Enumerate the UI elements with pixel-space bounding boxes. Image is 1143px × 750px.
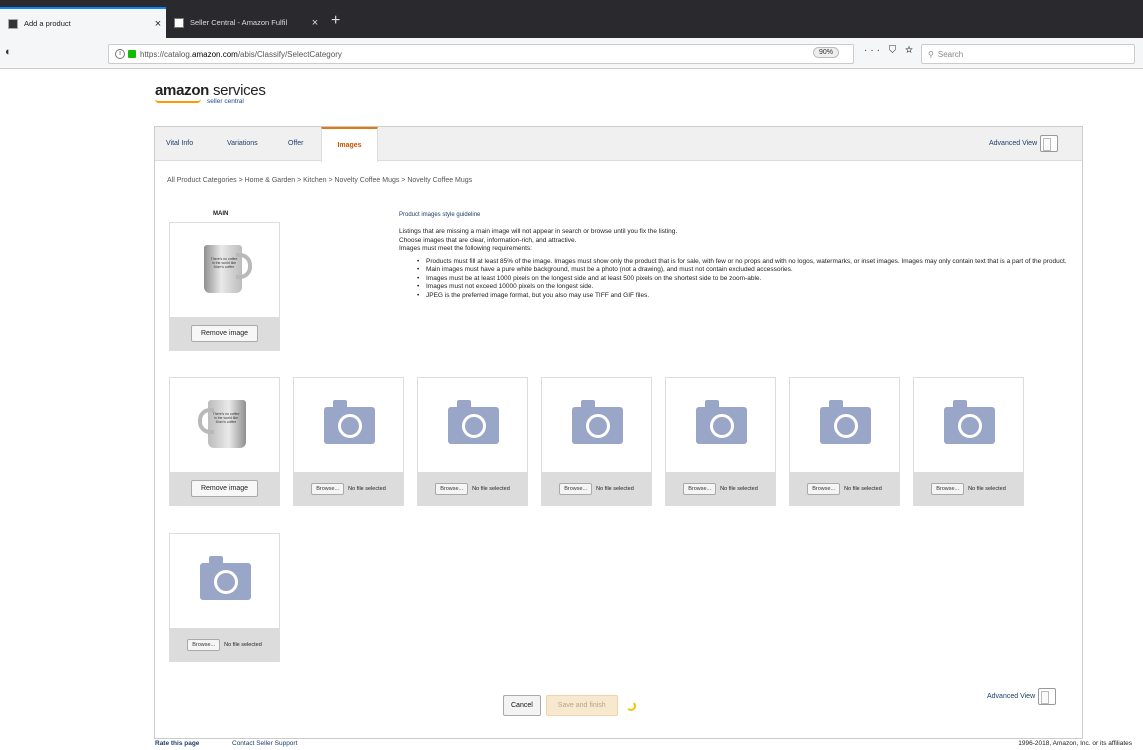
- camera-icon: [696, 400, 747, 444]
- save-and-finish-button[interactable]: Save and finish: [545, 695, 618, 716]
- browse-button[interactable]: Browse...: [435, 482, 469, 495]
- no-file-label: No file selected: [596, 485, 634, 492]
- page-actions-icons[interactable]: ··· ⛉ ☆: [864, 45, 916, 56]
- no-file-label: No file selected: [968, 485, 1006, 492]
- contact-seller-support-link[interactable]: Contact Seller Support: [232, 740, 297, 747]
- image-slot-5: Browse... No file selected: [665, 377, 776, 506]
- advanced-view-label: Advanced View: [987, 693, 1036, 700]
- close-icon[interactable]: ×: [150, 18, 166, 30]
- image-slot-main: There's no coffee in the world like Mom'…: [169, 222, 280, 351]
- back-arrow-icon[interactable]: ◐: [5, 46, 12, 58]
- browse-button[interactable]: Browse...: [187, 638, 221, 651]
- lock-icon: [128, 50, 136, 58]
- camera-icon: [572, 400, 623, 444]
- image-slot-2: Browse... No file selected: [293, 377, 404, 506]
- browse-button[interactable]: Browse...: [683, 482, 717, 495]
- requirement-item: Main images must have a pure white backg…: [417, 266, 1079, 275]
- tab-title: Seller Central - Amazon Fulfil: [190, 18, 288, 27]
- camera-icon: [448, 400, 499, 444]
- requirement-item: Images must be at least 1000 pixels on t…: [417, 275, 1079, 284]
- camera-icon: [820, 400, 871, 444]
- url-prefix: https://catalog.: [140, 49, 193, 59]
- logo-subtitle: seller central: [207, 98, 244, 105]
- no-file-label: No file selected: [348, 485, 386, 492]
- advanced-view-toggle-bottom[interactable]: Advanced View: [987, 688, 1057, 705]
- tab-variations[interactable]: Variations: [227, 127, 258, 161]
- breadcrumb: All Product Categories > Home & Garden >…: [167, 177, 473, 184]
- no-file-label: No file selected: [472, 485, 510, 492]
- mug-print-text: There's no coffee in the world like Mom'…: [212, 412, 240, 424]
- image-slot-4: Browse... No file selected: [541, 377, 652, 506]
- image-slot-1: There's no coffee in the world like Mom'…: [169, 377, 280, 506]
- mug-print-text: There's no coffee in the world like Mom'…: [210, 257, 238, 269]
- page-footer: Rate this page Contact Seller Support 19…: [0, 735, 1143, 750]
- logo-main: amazon: [155, 82, 210, 99]
- page-content: amazon services seller central Vital Inf…: [0, 70, 1143, 750]
- amazon-favicon-icon: [174, 17, 184, 28]
- browser-nav-bar: ◐ i https://catalog. amazon.com/abis/Clas…: [0, 38, 1143, 69]
- browser-tab-add-product[interactable]: Add a product ×: [0, 7, 166, 38]
- zoom-level-badge[interactable]: 90%: [813, 47, 840, 58]
- url-bar[interactable]: i https://catalog. amazon.com/abis/Classi…: [108, 44, 854, 64]
- image-slot-3: Browse... No file selected: [417, 377, 528, 506]
- toggle-switch-icon[interactable]: [1038, 688, 1057, 705]
- loading-spinner-icon: [625, 700, 636, 711]
- url-host: amazon.com: [192, 49, 238, 59]
- mug-product-image: There's no coffee in the world like Mom'…: [196, 396, 254, 452]
- copyright-text: 1996-2018, Amazon, Inc. or its affiliate…: [1018, 740, 1132, 747]
- no-file-label: No file selected: [720, 485, 758, 492]
- requirement-item: JPEG is the preferred image format, but …: [417, 292, 1079, 301]
- image-slot-8: Browse... No file selected: [169, 533, 280, 662]
- search-icon: ⚲: [928, 49, 934, 59]
- tab-vital-info[interactable]: Vital Info: [166, 127, 193, 161]
- new-tab-button[interactable]: +: [331, 12, 340, 30]
- camera-icon: [944, 400, 995, 444]
- guideline-intro-text: Images must meet the following requireme…: [399, 245, 532, 252]
- search-placeholder: Search: [937, 49, 964, 59]
- guideline-intro-text: Choose images that are clear, informatio…: [399, 236, 577, 244]
- tab-title: Add a product: [24, 19, 71, 28]
- remove-image-button[interactable]: Remove image: [190, 480, 259, 497]
- amazon-smile-icon: [155, 99, 201, 103]
- advanced-view-toggle[interactable]: Advanced View: [989, 135, 1059, 152]
- image-slot-7: Browse... No file selected: [913, 377, 1024, 506]
- browse-button[interactable]: Browse...: [311, 482, 345, 495]
- tab-images[interactable]: Images: [321, 127, 378, 162]
- camera-icon: [324, 400, 375, 444]
- info-icon[interactable]: i: [115, 49, 125, 59]
- add-product-panel: Vital Info Variations Offer Images Advan…: [154, 126, 1083, 739]
- browser-tab-seller-central[interactable]: Seller Central - Amazon Fulfil ×: [166, 7, 323, 38]
- image-slot-6: Browse... No file selected: [789, 377, 900, 506]
- url-path: /abis/Classify/SelectCategory: [237, 49, 342, 59]
- no-file-label: No file selected: [844, 485, 882, 492]
- requirement-item: Products must fill at least 85% of the i…: [417, 258, 1079, 267]
- close-icon[interactable]: ×: [307, 17, 323, 29]
- image-guidelines: Product images style guideline Listings …: [399, 212, 1079, 300]
- form-actions: Cancel Save and finish: [503, 695, 636, 716]
- main-image-label: MAIN: [213, 211, 229, 217]
- no-file-label: No file selected: [224, 641, 262, 648]
- rate-this-page-link[interactable]: Rate this page: [155, 740, 199, 747]
- browser-tab-bar: Add a product × Seller Central - Amazon …: [0, 0, 1143, 38]
- amazon-services-logo[interactable]: amazon services seller central: [155, 82, 266, 105]
- cancel-button[interactable]: Cancel: [503, 695, 541, 716]
- requirements-list: Products must fill at least 85% of the i…: [399, 258, 1079, 301]
- tab-offer[interactable]: Offer: [288, 127, 303, 161]
- toggle-switch-icon[interactable]: [1040, 135, 1059, 152]
- requirement-item: Images must not exceed 10000 pixels on t…: [417, 283, 1079, 292]
- camera-icon: [200, 556, 251, 600]
- product-tabs: Vital Info Variations Offer Images Advan…: [155, 127, 1082, 162]
- amazon-favicon-icon: [8, 18, 18, 29]
- guidelines-link[interactable]: Product images style guideline: [399, 212, 1079, 218]
- browse-button[interactable]: Browse...: [931, 482, 965, 495]
- logo-services: services: [212, 82, 266, 99]
- remove-image-button[interactable]: Remove image: [190, 325, 259, 342]
- browse-button[interactable]: Browse...: [807, 482, 841, 495]
- mug-product-image: There's no coffee in the world like Mom'…: [196, 241, 254, 297]
- guideline-intro-text: Listings that are missing a main image w…: [399, 228, 678, 235]
- advanced-view-label: Advanced View: [989, 140, 1038, 147]
- browse-button[interactable]: Browse...: [559, 482, 593, 495]
- browser-search-input[interactable]: ⚲ Search: [921, 44, 1135, 64]
